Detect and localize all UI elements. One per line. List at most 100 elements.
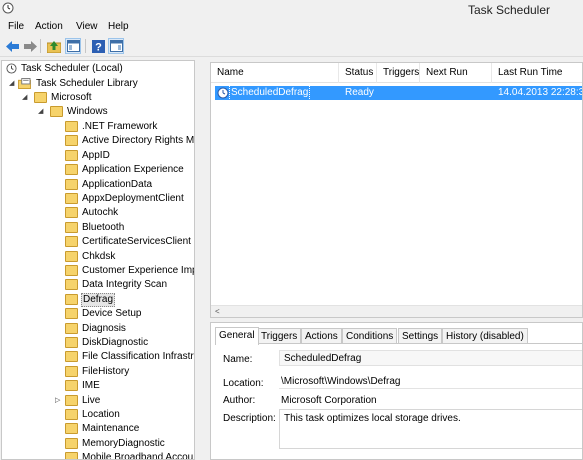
folder-icon	[65, 207, 78, 219]
tree-item-folder[interactable]: Active Directory Rights M	[2, 134, 195, 148]
horizontal-scrollbar[interactable]: <	[211, 305, 582, 317]
task-list[interactable]: Name Status Triggers Next Run Time Last …	[210, 62, 583, 318]
column-triggers[interactable]: Triggers	[377, 63, 420, 83]
folder-icon	[65, 221, 78, 233]
toolbar: ?	[0, 36, 583, 57]
tree-label: DiskDiagnostic	[82, 337, 149, 348]
tree-item-folder[interactable]: Device Setup	[2, 307, 194, 321]
folder-up-icon[interactable]	[46, 38, 62, 54]
task-name: ScheduledDefrag	[228, 85, 311, 101]
tree-item-folder[interactable]: DiskDiagnostic	[2, 336, 194, 350]
tree-item-folder[interactable]: Data Integrity Scan	[2, 278, 194, 292]
tree-label: File Classification Infrastru	[82, 351, 195, 363]
clock-icon	[6, 63, 17, 74]
folder-icon	[65, 279, 78, 291]
folder-icon	[65, 322, 78, 334]
author-value: Microsoft Corporation	[281, 395, 377, 406]
column-last-run-time[interactable]: Last Run Time	[492, 63, 582, 83]
tree-label: Device Setup	[82, 308, 142, 320]
tree-label: AppxDeploymentClient	[82, 193, 184, 204]
tree-item-folder[interactable]: .NET Framework	[2, 120, 194, 134]
tree-item-folder[interactable]: Chkdsk	[2, 250, 194, 264]
tree-item-folder[interactable]: MemoryDiagnostic	[2, 437, 194, 451]
tree-item-folder[interactable]: Diagnosis	[2, 322, 194, 336]
tree-item-microsoft[interactable]: ◢ Microsoft	[2, 91, 194, 105]
task-list-header: Name Status Triggers Next Run Time Last …	[211, 63, 582, 98]
task-scheduler-window: Task Scheduler File Action View Help ? T…	[0, 0, 583, 460]
column-status[interactable]: Status	[339, 63, 377, 83]
folder-icon	[65, 193, 78, 204]
folder-icon	[65, 365, 78, 377]
tree-item-folder[interactable]: Autochk	[2, 206, 194, 220]
tab-triggers[interactable]: Triggers	[257, 328, 302, 344]
tree-item-folder[interactable]: Location	[2, 408, 194, 422]
tree-item-library[interactable]: ◢ Task Scheduler Library	[2, 77, 194, 91]
menu-help[interactable]: Help	[108, 21, 129, 32]
tab-settings[interactable]: Settings	[398, 328, 443, 344]
folder-icon	[65, 293, 78, 305]
folder-icon	[65, 308, 78, 320]
menu-action[interactable]: Action	[35, 21, 63, 32]
show-hide-console-tree-icon[interactable]	[65, 38, 81, 54]
window-title: Task Scheduler	[467, 3, 550, 17]
show-hide-action-pane-icon[interactable]	[108, 38, 124, 54]
folder-icon	[65, 409, 78, 420]
column-name[interactable]: Name	[211, 63, 339, 83]
folder-icon	[65, 452, 78, 459]
pane-splitter[interactable]	[197, 60, 209, 460]
tree-label: FileHistory	[82, 365, 130, 377]
tab-general[interactable]: General	[215, 327, 259, 345]
help-icon[interactable]: ?	[90, 38, 106, 54]
tree-item-folder[interactable]: Mobile Broadband Accou	[2, 451, 194, 459]
tab-history[interactable]: History (disabled)	[442, 328, 528, 344]
toolbar-separator	[40, 39, 41, 53]
tree-item-folder[interactable]: File Classification Infrastru	[2, 350, 195, 364]
menu-file[interactable]: File	[8, 21, 24, 32]
tab-conditions[interactable]: Conditions	[342, 328, 398, 344]
forward-arrow-icon[interactable]	[22, 38, 38, 54]
folder-icon	[65, 337, 78, 348]
tree-item-folder[interactable]: Customer Experience Imp	[2, 264, 195, 278]
tree-label: Diagnosis	[82, 322, 126, 334]
folder-icon	[65, 265, 78, 276]
menu-view[interactable]: View	[76, 21, 98, 32]
menu-bar: File Action View Help	[0, 19, 583, 36]
tree-item-folder[interactable]: ▷ Live	[2, 394, 194, 408]
expander-icon[interactable]: ◢	[38, 105, 46, 119]
tree-item-folder[interactable]: Application Experience	[2, 163, 194, 177]
toolbar-separator	[85, 39, 86, 53]
tree-item-folder[interactable]: Maintenance	[2, 422, 194, 436]
folder-icon	[65, 351, 78, 363]
tree-item-folder[interactable]: FileHistory	[2, 365, 194, 379]
tree-item-folder[interactable]: Defrag	[2, 292, 194, 307]
tree-item-folder[interactable]: AppID	[2, 149, 194, 163]
expander-icon[interactable]: ◢	[9, 77, 17, 91]
tree-item-folder[interactable]: IME	[2, 379, 194, 393]
tree-label: CertificateServicesClient	[82, 236, 191, 248]
tree-label: Chkdsk	[82, 250, 116, 262]
column-next-run-time[interactable]: Next Run Time	[420, 63, 492, 98]
expander-icon[interactable]: ◢	[22, 91, 30, 105]
folder-icon	[65, 437, 78, 449]
tree-label: Live	[82, 394, 101, 406]
name-field[interactable]: ScheduledDefrag	[279, 350, 582, 366]
tree-item-windows[interactable]: ◢ Windows	[2, 105, 194, 119]
tab-actions[interactable]: Actions	[301, 328, 342, 344]
tree-item-folder[interactable]: ApplicationData	[2, 178, 194, 192]
scroll-left-arrow[interactable]: <	[215, 307, 220, 316]
tree-item-folder[interactable]: Bluetooth	[2, 221, 194, 235]
tree-label: Microsoft	[51, 92, 92, 103]
task-row[interactable]: ScheduledDefrag Ready 14.04.2013 22:28:3…	[215, 85, 582, 101]
expander-icon[interactable]: ▷	[55, 394, 63, 408]
tree-item-folder[interactable]: AppxDeploymentClient	[2, 192, 194, 206]
back-arrow-icon[interactable]	[4, 38, 20, 54]
console-tree[interactable]: Task Scheduler (Local) ◢ Task Scheduler …	[1, 60, 195, 460]
folder-icon	[65, 380, 78, 392]
description-field[interactable]: This task optimizes local storage drives…	[279, 409, 582, 449]
tree-label: Active Directory Rights M	[82, 135, 195, 147]
tree-item-folder[interactable]: CertificateServicesClient	[2, 235, 194, 249]
tree-item-root[interactable]: Task Scheduler (Local)	[2, 62, 194, 76]
task-clock-icon	[217, 87, 229, 99]
tree-label: Customer Experience Imp	[82, 265, 195, 276]
tree-label: Application Experience	[82, 164, 184, 176]
